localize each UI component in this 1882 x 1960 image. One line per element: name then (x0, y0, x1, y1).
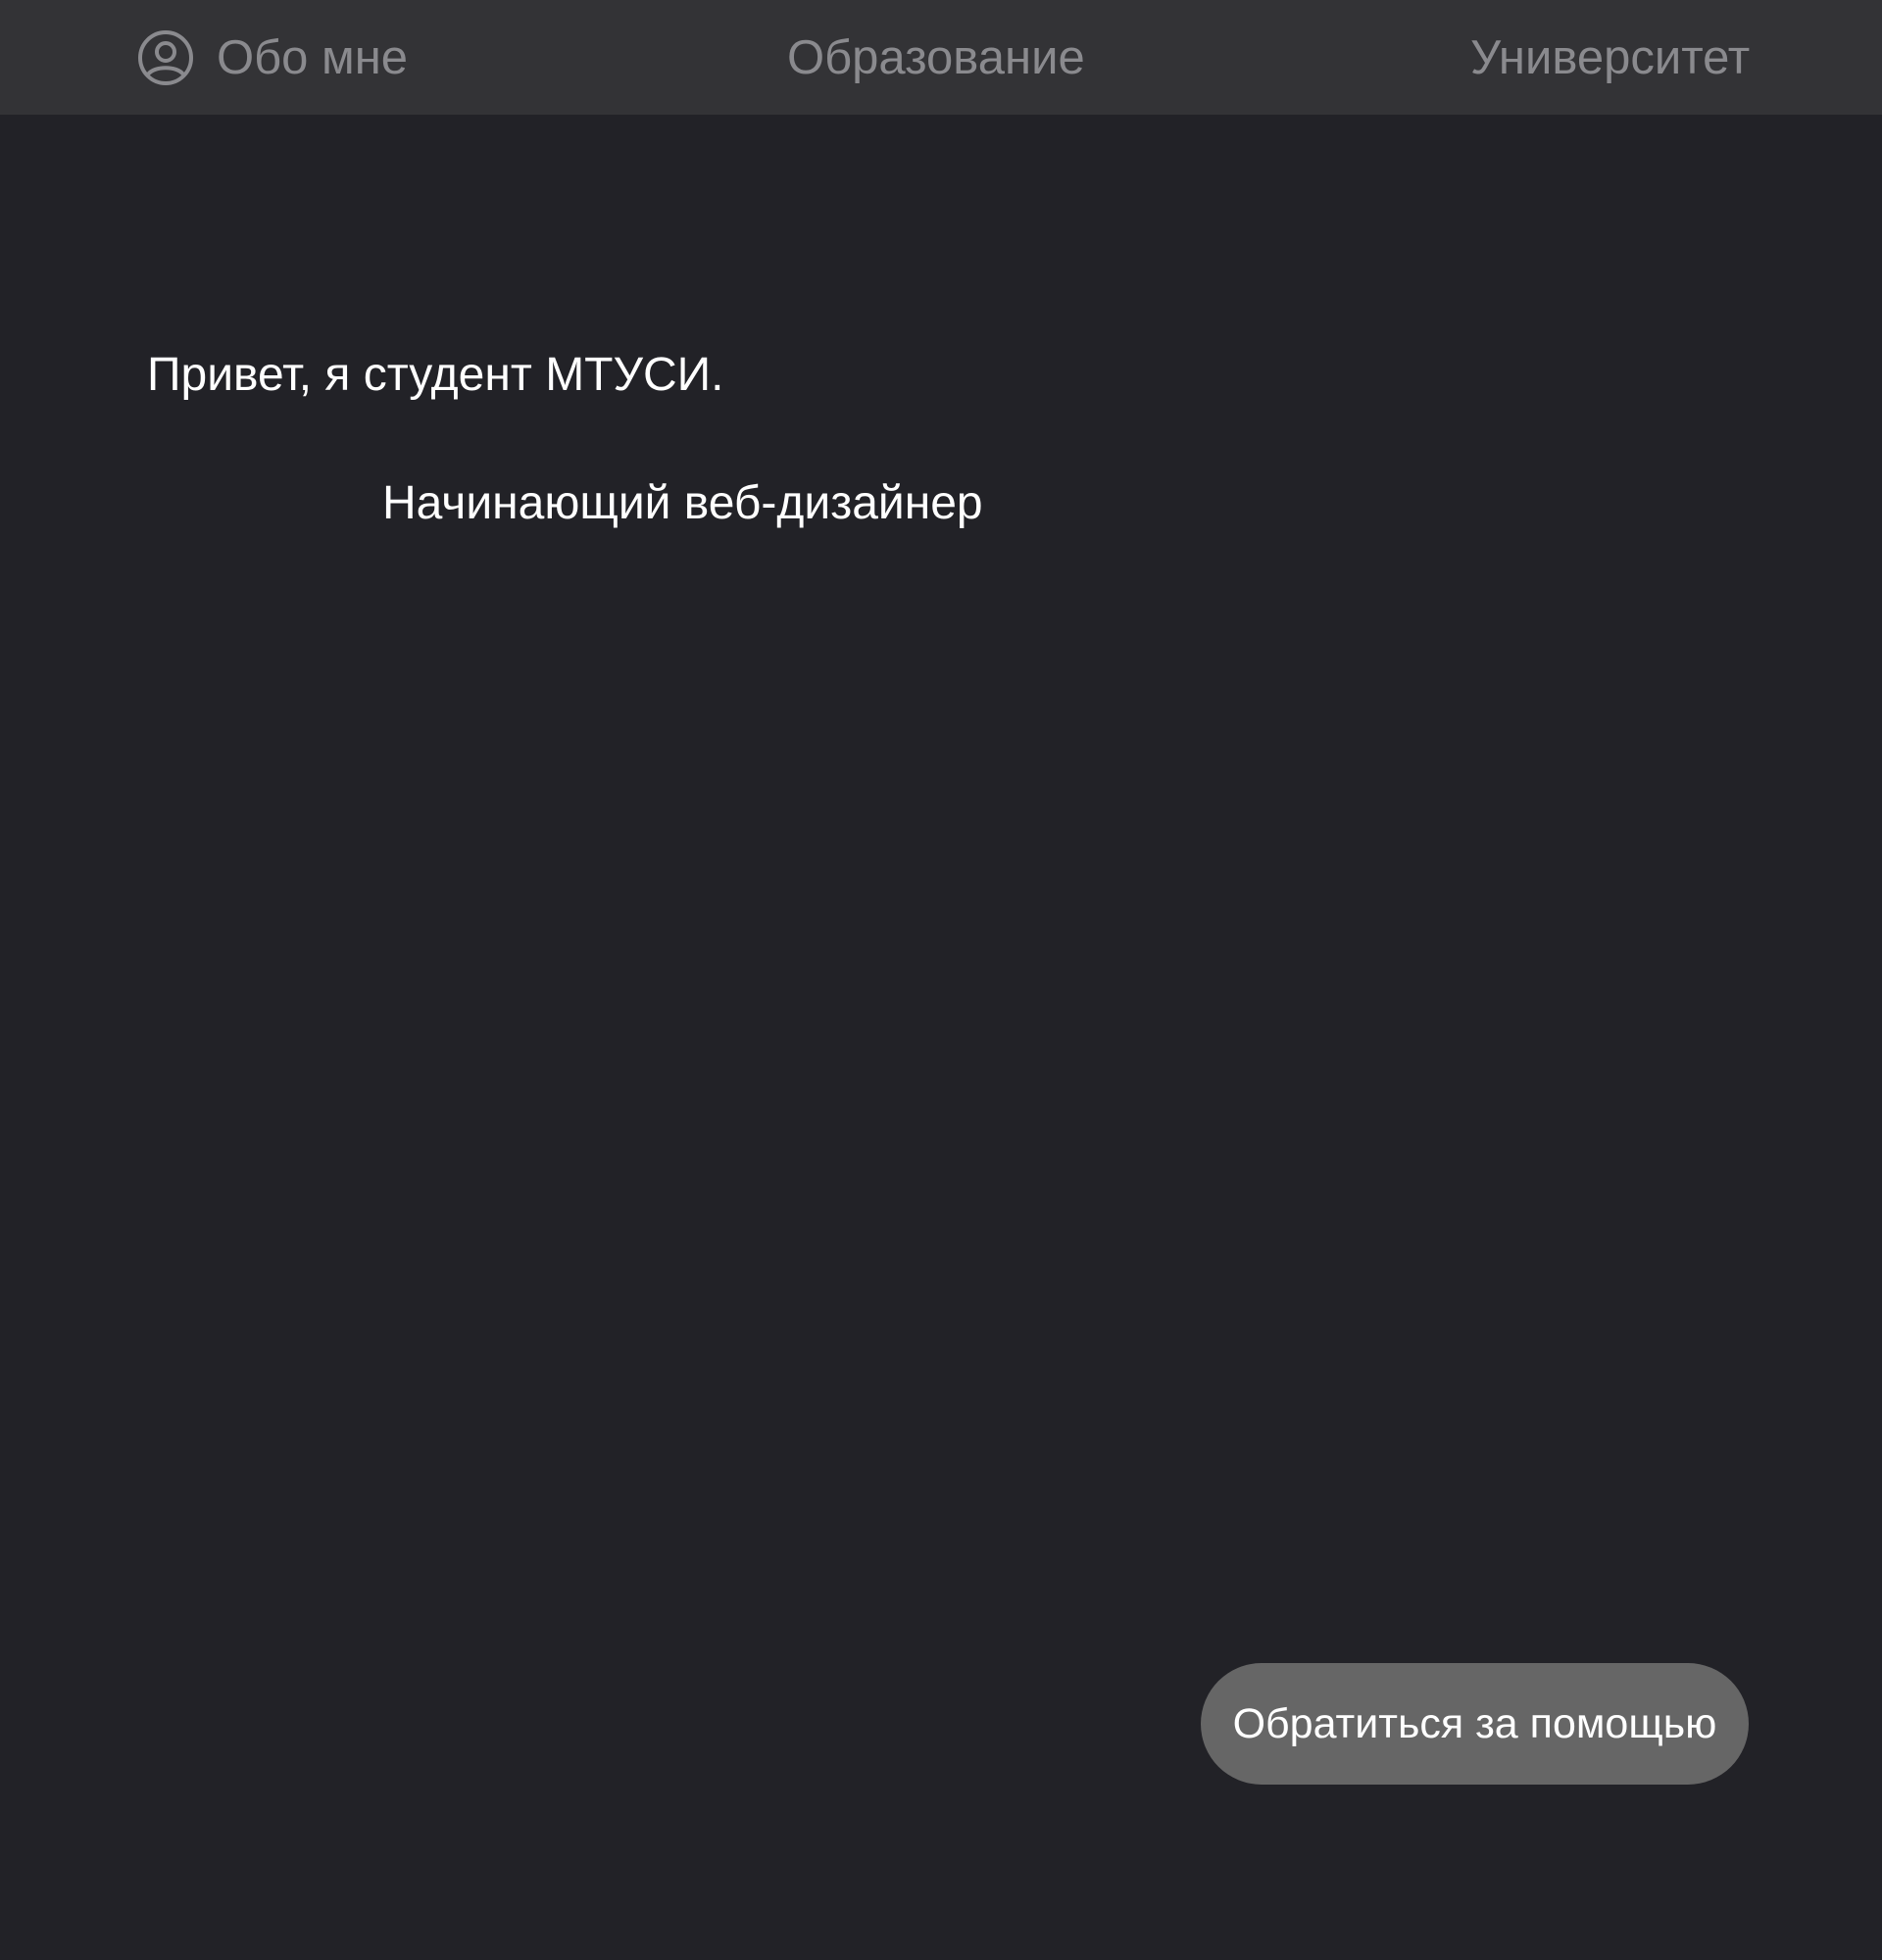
help-button[interactable]: Обратиться за помощью (1201, 1663, 1749, 1785)
nav-item-about[interactable]: Обо мне (136, 0, 408, 115)
nav-item-university[interactable]: Университет (1470, 0, 1750, 115)
subtitle-text: Начинающий веб-дизайнер (382, 477, 983, 529)
nav-item-university-label: Университет (1470, 30, 1751, 84)
user-circle-icon (136, 28, 195, 87)
nav-item-about-label: Обо мне (217, 30, 409, 84)
greeting-text: Привет, я студент МТУСИ. (147, 349, 724, 401)
nav-item-education-label: Образование (787, 30, 1085, 84)
nav-item-education[interactable]: Образование (787, 0, 1085, 115)
top-navigation-bar: Обо мне Образование Университет (0, 0, 1882, 115)
